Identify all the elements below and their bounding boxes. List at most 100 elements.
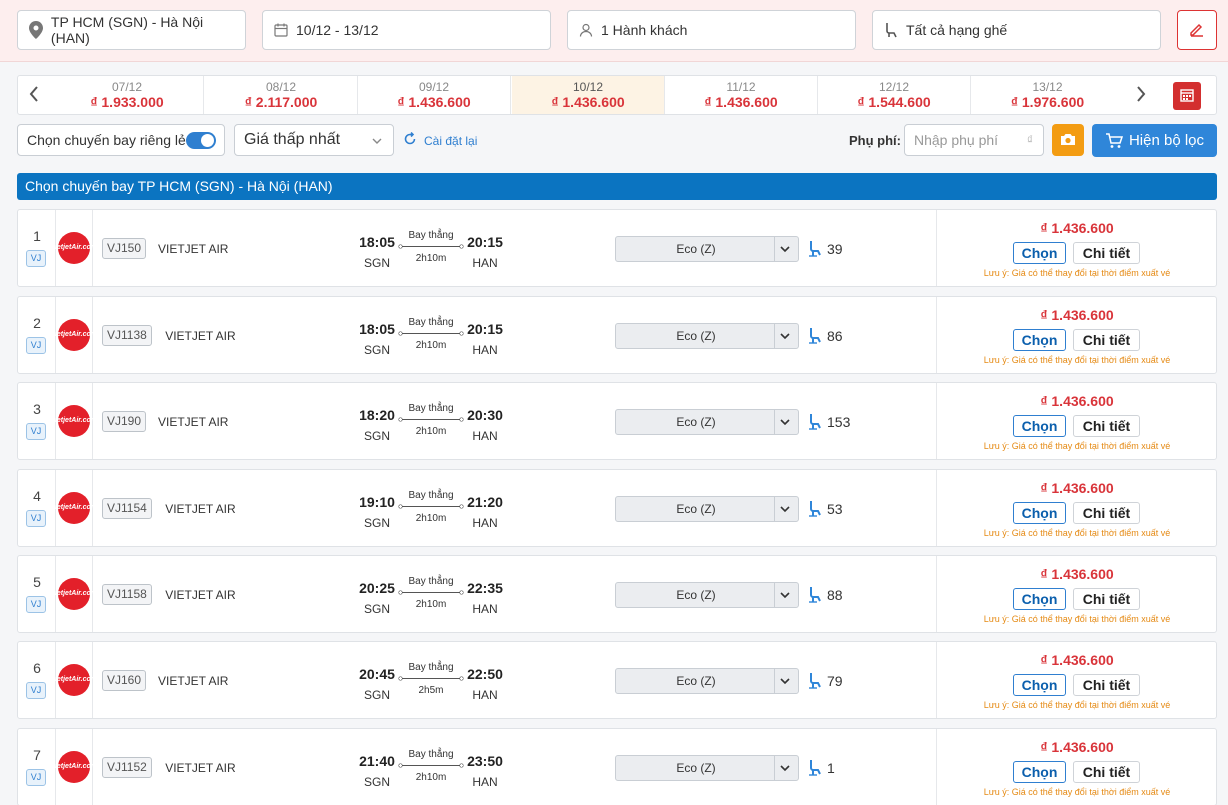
fare-class-value: Eco (Z) (676, 588, 716, 602)
calendar-button[interactable] (1173, 82, 1201, 110)
fare-class-select[interactable]: Eco (Z) (615, 236, 799, 262)
departure: 18:20 SGN (358, 407, 396, 443)
vietjet-logo: vietjet Air.com (51, 492, 97, 524)
seat-count: 79 (827, 672, 843, 689)
airline-name: VIETJET AIR (165, 502, 236, 516)
arrival-time: 21:20 (467, 494, 503, 510)
next-date-button[interactable] (1125, 76, 1157, 114)
fare-class-value: Eco (Z) (676, 502, 716, 516)
select-flight-button[interactable]: Chọn (1013, 761, 1066, 783)
date-label: 13/12 (1032, 80, 1063, 94)
show-filter-label: Hiện bộ lọc (1128, 132, 1205, 149)
date-item[interactable]: 09/12 ₫ 1.436.600 (358, 76, 511, 114)
refresh-icon (403, 131, 417, 149)
duration: 2h10m (415, 340, 447, 351)
sort-select[interactable]: Giá thấp nhất (234, 124, 394, 156)
departure-time: 20:45 (359, 666, 395, 682)
airline-name: VIETJET AIR (158, 242, 229, 256)
flight-price: ₫ 1.436.600 (1040, 220, 1114, 236)
seat-count: 53 (827, 500, 843, 517)
flight-code: VJ1138 (102, 325, 152, 346)
flight-detail-button[interactable]: Chi tiết (1073, 415, 1140, 437)
seat-class-field[interactable]: Tất cả hạng ghế (872, 10, 1161, 50)
flight-code: VJ1158 (102, 584, 152, 605)
duration: 2h5m (418, 685, 444, 696)
flight-detail-button[interactable]: Chi tiết (1073, 242, 1140, 264)
departure-airport: SGN (363, 775, 390, 789)
reset-link[interactable]: Cài đặt lại (403, 131, 477, 149)
flight-price: ₫ 1.436.600 (1040, 393, 1114, 409)
seat-count: 1 (827, 759, 835, 776)
flight-route-info: Bay thẳng 2h10m (398, 317, 464, 352)
chevron-down-icon (779, 330, 791, 345)
edit-search-button[interactable] (1177, 10, 1217, 50)
date-item[interactable]: 11/12 ₫ 1.436.600 (665, 76, 818, 114)
chevron-down-icon (779, 675, 791, 690)
seats-available: 1 (808, 759, 835, 776)
fare-class-select[interactable]: Eco (Z) (615, 323, 799, 349)
date-item[interactable]: 12/12 ₫ 1.544.600 (818, 76, 971, 114)
passenger-field[interactable]: 1 Hành khách (567, 10, 856, 50)
select-flight-button[interactable]: Chọn (1013, 242, 1066, 264)
date-item[interactable]: 08/12 ₫ 2.117.000 (205, 76, 358, 114)
date-label: 08/12 (265, 80, 297, 94)
vietjet-logo: vietjet Air.com (51, 578, 97, 610)
departure: 19:10 SGN (358, 494, 396, 530)
screenshot-button[interactable] (1052, 124, 1084, 156)
duration: 2h10m (415, 599, 447, 610)
direct-label: Bay thẳng (408, 749, 454, 760)
arrival-time: 22:50 (467, 666, 503, 682)
direct-label: Bay thẳng (408, 576, 454, 587)
toggle-label: Chọn chuyến bay riêng lẻ (27, 132, 186, 148)
date-item[interactable]: 07/12 ₫ 1.933.000 (51, 76, 204, 114)
fee-input[interactable]: Nhập phụ phí ₫ (904, 124, 1044, 156)
select-flight-button[interactable]: Chọn (1013, 329, 1066, 351)
flight-code: VJ1152 (102, 757, 152, 778)
flight-route-info: Bay thẳng 2h10m (398, 403, 464, 438)
route-line (398, 415, 464, 425)
flight-index: 5 (33, 574, 41, 590)
flight-detail-button[interactable]: Chi tiết (1073, 588, 1140, 610)
route-line (398, 674, 464, 684)
seat-icon (808, 672, 822, 689)
date-item-active[interactable]: 10/12 ₫ 1.436.600 (512, 76, 665, 114)
departure: 20:45 SGN (358, 666, 396, 702)
pencil-icon (1188, 20, 1206, 41)
select-divider (774, 756, 775, 780)
select-flight-button[interactable]: Chọn (1013, 674, 1066, 696)
flight-detail-button[interactable]: Chi tiết (1073, 674, 1140, 696)
fare-class-select[interactable]: Eco (Z) (615, 668, 799, 694)
fare-class-select[interactable]: Eco (Z) (615, 755, 799, 781)
departure-airport: SGN (363, 602, 390, 616)
prev-date-button[interactable] (18, 76, 50, 114)
airline-name: VIETJET AIR (165, 329, 236, 343)
date-item[interactable]: 13/12 ₫ 1.976.600 (971, 76, 1124, 114)
fare-class-select[interactable]: Eco (Z) (615, 409, 799, 435)
airline-badge: VJ (26, 682, 46, 699)
vietjet-logo: vietjet Air.com (51, 664, 97, 696)
select-flight-button[interactable]: Chọn (1013, 415, 1066, 437)
single-flight-toggle[interactable]: Chọn chuyến bay riêng lẻ (17, 124, 225, 156)
date-price: ₫ 1.933.000 (90, 94, 164, 110)
select-flight-button[interactable]: Chọn (1013, 588, 1066, 610)
seats-available: 153 (808, 413, 850, 430)
flight-detail-button[interactable]: Chi tiết (1073, 329, 1140, 351)
route-field[interactable]: TP HCM (SGN) - Hà Nội (HAN) (17, 10, 246, 50)
flight-index: 6 (33, 660, 41, 676)
price-cell: ₫ 1.436.600 Chọn Chi tiết Lưu ý: Giá có … (936, 470, 1216, 546)
show-filter-button[interactable]: Hiện bộ lọc (1092, 124, 1217, 157)
fare-class-value: Eco (Z) (676, 415, 716, 429)
fare-class-select[interactable]: Eco (Z) (615, 582, 799, 608)
flight-row: 7 VJ vietjet Air.com VJ1152 VIETJET AIR 2… (17, 728, 1217, 805)
flight-detail-button[interactable]: Chi tiết (1073, 761, 1140, 783)
flight-detail-button[interactable]: Chi tiết (1073, 502, 1140, 524)
vietjet-logo: vietjet Air.com (51, 405, 97, 437)
fare-class-select[interactable]: Eco (Z) (615, 496, 799, 522)
toggle-switch[interactable] (186, 132, 216, 149)
date-field[interactable]: 10/12 - 13/12 (262, 10, 551, 50)
date-label: 11/12 (726, 80, 756, 94)
select-flight-button[interactable]: Chọn (1013, 502, 1066, 524)
arrival: 21:20 HAN (466, 494, 504, 530)
user-icon (578, 21, 594, 39)
departure: 18:05 SGN (358, 234, 396, 270)
